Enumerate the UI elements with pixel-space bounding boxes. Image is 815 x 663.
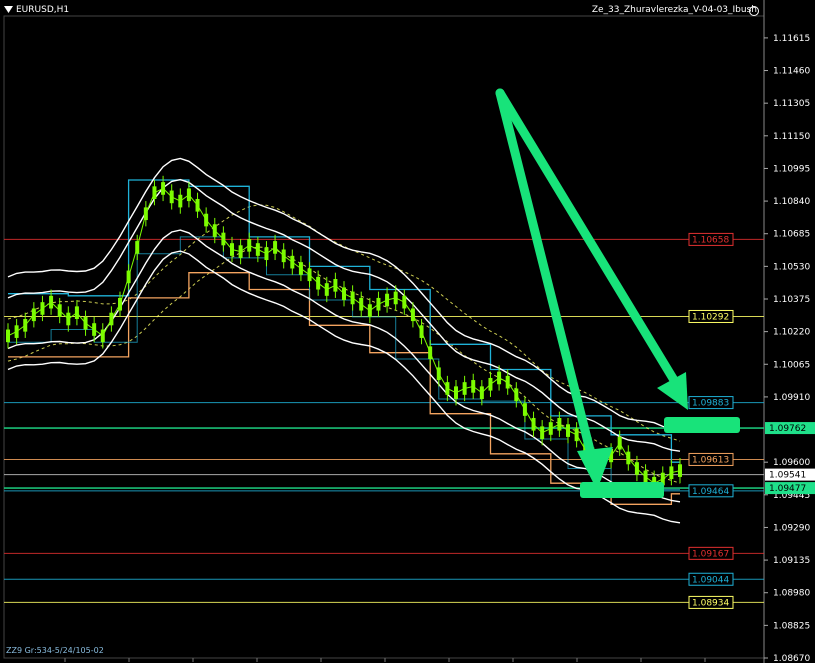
level-tag-label: 1.09464 (692, 487, 729, 497)
y-tick-label: 1.10995 (773, 164, 810, 174)
price-tag-label: 1.09477 (769, 484, 806, 494)
y-tick-label: 1.10840 (773, 197, 810, 207)
y-tick-label: 1.10065 (773, 360, 810, 370)
y-tick-label: 1.08825 (773, 621, 810, 631)
y-tick-label: 1.09600 (773, 458, 810, 468)
arrow-shaft-right (495, 88, 685, 395)
price-tag-label: 1.09762 (769, 424, 806, 434)
level-tag-label: 1.08934 (692, 598, 729, 608)
level-tag-label: 1.09613 (692, 455, 729, 465)
y-tick-label: 1.09910 (773, 393, 810, 403)
y-tick-label: 1.08980 (773, 589, 810, 599)
y-tick-label: 1.11615 (773, 34, 810, 44)
y-tick-label: 1.08670 (773, 654, 810, 663)
orange-step-line (8, 272, 680, 505)
chart-window[interactable]: 1.11615 1.11460 1.11305 1.11150 1.10995 1.108… (0, 0, 815, 663)
chart-menu-icon[interactable] (3, 4, 14, 15)
chart-canvas[interactable]: 1.11615 1.11460 1.11305 1.11150 1.10995 1.108… (0, 0, 815, 663)
level-tag-label: 1.09167 (692, 549, 729, 559)
indicator-title: Ze_33_Zhuravlerezka_V-04-03_Ibush (591, 5, 757, 15)
y-tick-label: 1.11305 (773, 99, 810, 109)
level-tag-label: 1.10658 (692, 235, 729, 245)
target-marker-lower (580, 482, 664, 498)
level-tag-label: 1.09044 (692, 575, 729, 585)
price-line (7, 187, 681, 484)
level-tag-label: 1.10292 (692, 312, 729, 322)
y-tick-label: 1.10530 (773, 262, 810, 272)
envelope-band (7, 229, 681, 503)
candle-body (6, 329, 10, 343)
arrow-shaft-left (495, 88, 602, 483)
y-tick-label: 1.10220 (773, 328, 810, 338)
smiley-icon (749, 6, 759, 16)
symbol-title: EURUSD,H1 (16, 5, 70, 15)
price-tag-label: 1.09541 (769, 471, 806, 481)
level-tag-label: 1.09883 (692, 399, 729, 409)
indicator-footer-label: ZZ9 Gr:534-5/24/105-02 (6, 646, 104, 655)
y-tick-label: 1.10685 (773, 230, 810, 240)
y-tick-label: 1.10375 (773, 295, 810, 305)
target-marker-upper (664, 417, 740, 433)
y-tick-label: 1.09135 (773, 556, 810, 566)
y-tick-label: 1.11460 (773, 67, 810, 77)
y-tick-label: 1.11150 (773, 132, 810, 142)
y-tick-label: 1.09290 (773, 523, 810, 533)
